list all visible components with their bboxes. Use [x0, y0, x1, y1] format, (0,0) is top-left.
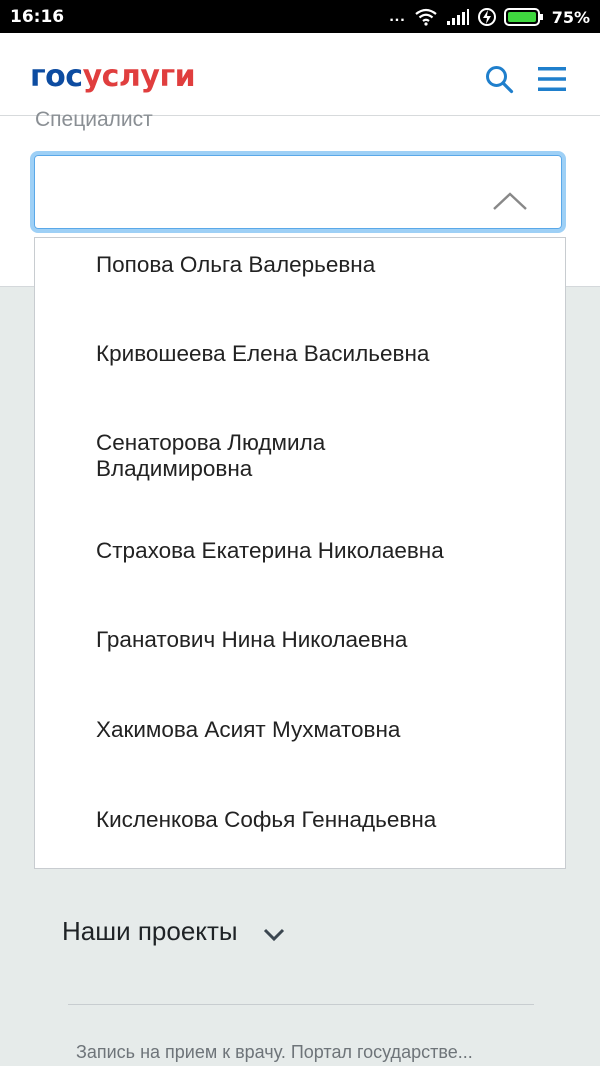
status-icons: ... 75% — [389, 5, 590, 29]
dropdown-option[interactable]: Кривошеева Елена Васильевна — [96, 341, 536, 367]
more-dots-icon: ... — [389, 8, 406, 25]
signal-icon — [446, 9, 469, 25]
specialist-select-inner — [34, 155, 562, 229]
search-icon[interactable] — [484, 64, 514, 94]
app-header: госуслуги — [0, 33, 600, 116]
chevron-down-icon[interactable] — [263, 928, 285, 942]
status-time: 16:16 — [10, 7, 65, 27]
specialist-field-label: Специалист — [35, 108, 153, 131]
charging-icon — [477, 8, 496, 26]
dropdown-option[interactable]: Страхова Екатерина Николаевна — [96, 538, 536, 564]
our-projects-toggle[interactable]: Наши проекты — [62, 916, 238, 947]
footer-divider — [68, 1004, 534, 1005]
battery-percent: 75% — [551, 7, 590, 27]
gosuslugi-logo[interactable]: госуслуги — [30, 59, 196, 94]
footer-description: Запись на прием к врачу. Портал государс… — [76, 1042, 473, 1062]
dropdown-option[interactable]: Попова Ольга Валерьевна — [96, 252, 536, 278]
battery-icon — [503, 8, 543, 26]
hamburger-menu-icon[interactable] — [538, 66, 566, 92]
dropdown-option[interactable]: Сенаторова Людмила Владимировна — [96, 430, 396, 482]
dropdown-option[interactable]: Хакимова Асият Мухматовна — [96, 717, 536, 743]
status-bar: 16:16 ... 75% — [0, 0, 600, 33]
specialist-select[interactable] — [30, 151, 566, 233]
chevron-up-icon[interactable] — [492, 191, 528, 211]
logo-part-uslugi: услуги — [82, 59, 196, 94]
dropdown-option[interactable]: Гранатович Нина Николаевна — [96, 627, 536, 653]
wifi-icon — [415, 8, 437, 26]
specialist-dropdown-list[interactable]: Попова Ольга Валерьевна Кривошеева Елена… — [34, 237, 566, 869]
dropdown-option[interactable]: Кисленкова Софья Геннадьевна — [96, 807, 536, 833]
logo-part-gos: гос — [30, 59, 83, 94]
